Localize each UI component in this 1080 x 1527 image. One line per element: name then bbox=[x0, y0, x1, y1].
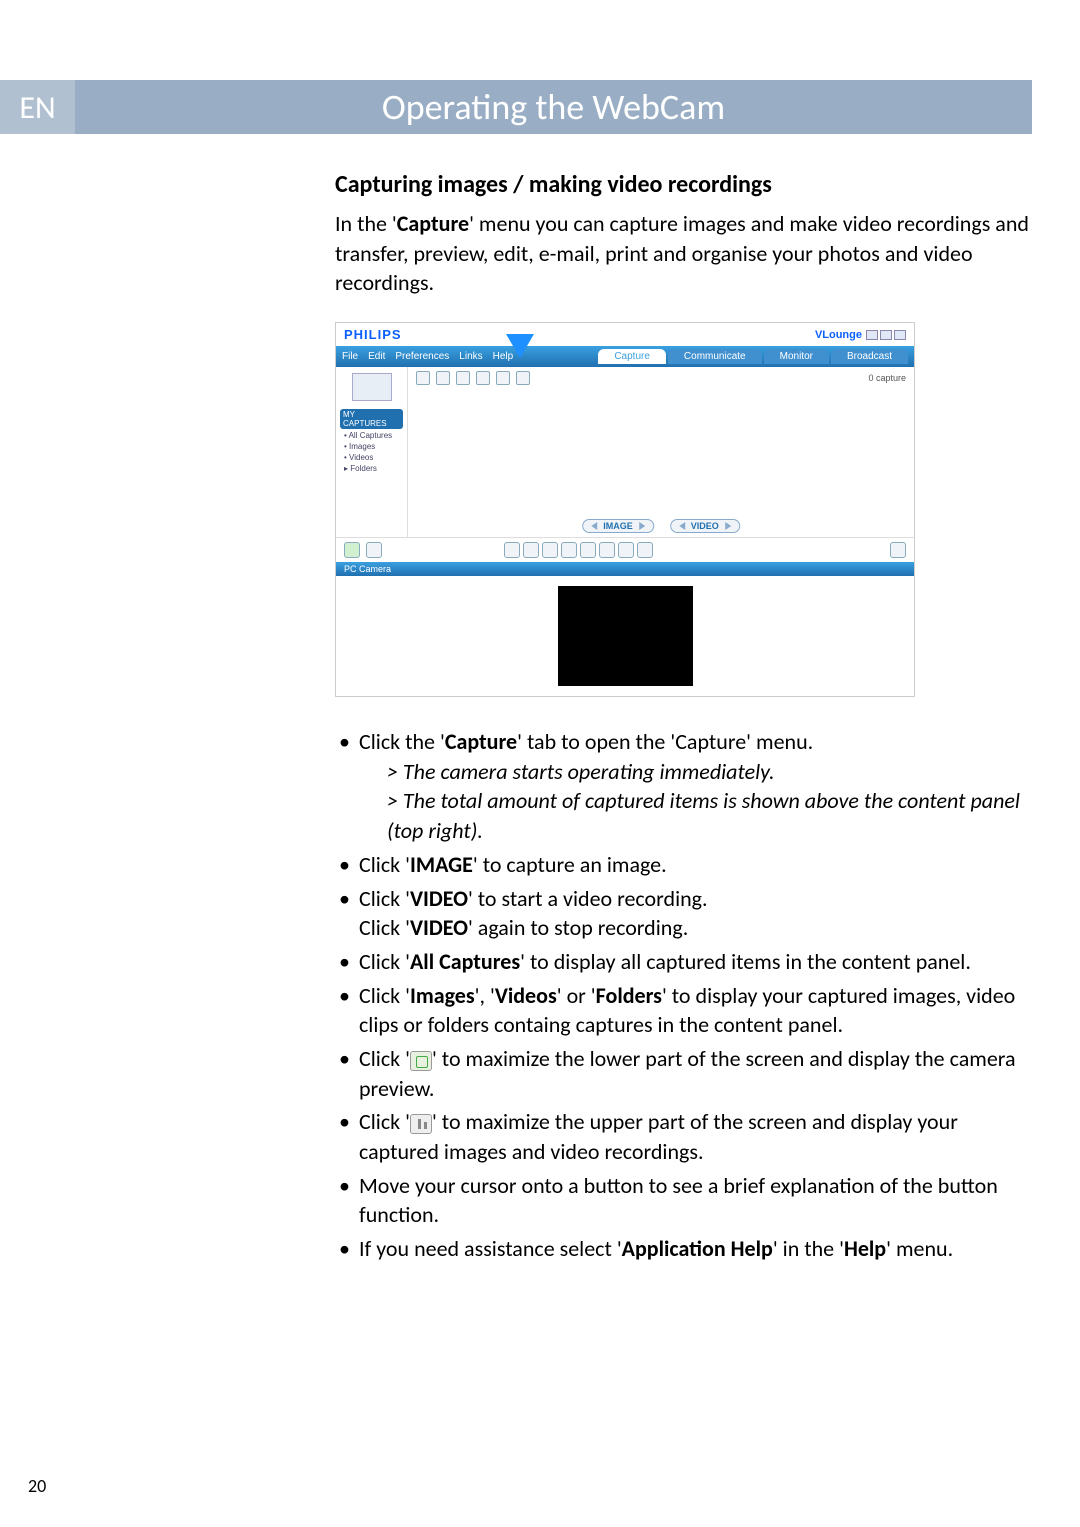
note-camera-starts: > The camera starts operating immediatel… bbox=[359, 757, 1030, 787]
app-screenshot: PHILIPS VLounge File Edit Preferences Li… bbox=[335, 322, 915, 697]
sidebar-images: • Images bbox=[344, 442, 403, 451]
lower-bar: PC Camera bbox=[336, 562, 914, 576]
step-maximize-lower: Click '' to maximize the lower part of t… bbox=[335, 1044, 1030, 1103]
step-maximize-upper: Click '' to maximize the upper part of t… bbox=[335, 1107, 1030, 1166]
tool-icon bbox=[456, 371, 470, 385]
menu-edit: Edit bbox=[368, 351, 385, 362]
device-thumb-icon bbox=[352, 373, 392, 401]
menu-links: Links bbox=[459, 351, 482, 362]
content-area: Capturing images / making video recordin… bbox=[335, 170, 1030, 1268]
grid-view-icon bbox=[366, 542, 382, 558]
camera-preview-icon bbox=[410, 1051, 432, 1071]
tab-communicate: Communicate bbox=[668, 349, 762, 364]
tool-icon bbox=[416, 371, 430, 385]
tool-icon bbox=[496, 371, 510, 385]
tool-icon bbox=[542, 542, 558, 558]
camera-preview-icon bbox=[344, 542, 360, 558]
grid-view-icon bbox=[410, 1114, 432, 1134]
tool-icon bbox=[523, 542, 539, 558]
sidebar: MY CAPTURES • All Captures • Images • Vi… bbox=[336, 367, 408, 537]
menu-bar: File Edit Preferences Links Help Capture… bbox=[336, 346, 914, 367]
step-help: If you need assistance select 'Applicati… bbox=[335, 1234, 1030, 1264]
preview-frame bbox=[558, 586, 693, 686]
step-filter-types: Click 'Images', 'Videos' or 'Folders' to… bbox=[335, 981, 1030, 1040]
tool-icon bbox=[580, 542, 596, 558]
step-all-captures: Click 'All Captures' to display all capt… bbox=[335, 947, 1030, 977]
tab-capture: Capture bbox=[598, 349, 666, 364]
mid-toolbar bbox=[336, 537, 914, 562]
sidebar-all: • All Captures bbox=[344, 431, 403, 440]
intro-paragraph: In the 'Capture' menu you can capture im… bbox=[335, 209, 1030, 298]
section-heading: Capturing images / making video recordin… bbox=[335, 170, 1030, 199]
tool-icon bbox=[476, 371, 490, 385]
tab-monitor: Monitor bbox=[764, 349, 829, 364]
tool-icon bbox=[516, 371, 530, 385]
page-title: Operating the WebCam bbox=[75, 80, 1032, 134]
camera-preview bbox=[336, 576, 914, 696]
page-number: 20 bbox=[28, 1475, 46, 1497]
eject-icon bbox=[890, 542, 906, 558]
content-panel: 0 capture IMAGE VIDEO bbox=[408, 367, 914, 537]
tool-icon bbox=[637, 542, 653, 558]
step-capture-image: Click 'IMAGE' to capture an image. bbox=[335, 850, 1030, 880]
pointer-arrow-icon bbox=[506, 334, 534, 358]
capture-count: 0 capture bbox=[868, 373, 906, 383]
maximize-icon bbox=[880, 330, 892, 340]
close-icon bbox=[894, 330, 906, 340]
step-open-capture: Click the 'Capture' tab to open the 'Cap… bbox=[335, 727, 1030, 846]
step-capture-video: Click 'VIDEO' to start a video recording… bbox=[335, 884, 1030, 943]
video-capture-button: VIDEO bbox=[670, 519, 740, 533]
app-name: VLounge bbox=[815, 329, 906, 341]
tool-icon bbox=[618, 542, 634, 558]
language-tab: EN bbox=[0, 80, 75, 134]
sidebar-videos: • Videos bbox=[344, 453, 403, 462]
tool-icon bbox=[561, 542, 577, 558]
tab-broadcast: Broadcast bbox=[831, 349, 908, 364]
sidebar-folders: ▸ Folders bbox=[344, 464, 403, 473]
tool-icon bbox=[436, 371, 450, 385]
minimize-icon bbox=[866, 330, 878, 340]
image-capture-button: IMAGE bbox=[582, 519, 654, 533]
tool-icon bbox=[599, 542, 615, 558]
sidebar-header: MY CAPTURES bbox=[340, 409, 403, 429]
step-hover-hint: Move your cursor onto a button to see a … bbox=[335, 1171, 1030, 1230]
menu-file: File bbox=[342, 351, 358, 362]
brand-logo: PHILIPS bbox=[344, 327, 402, 342]
note-total-items: > The total amount of captured items is … bbox=[359, 786, 1030, 845]
menu-preferences: Preferences bbox=[395, 351, 449, 362]
instruction-list: Click the 'Capture' tab to open the 'Cap… bbox=[335, 727, 1030, 1264]
tool-icon bbox=[504, 542, 520, 558]
